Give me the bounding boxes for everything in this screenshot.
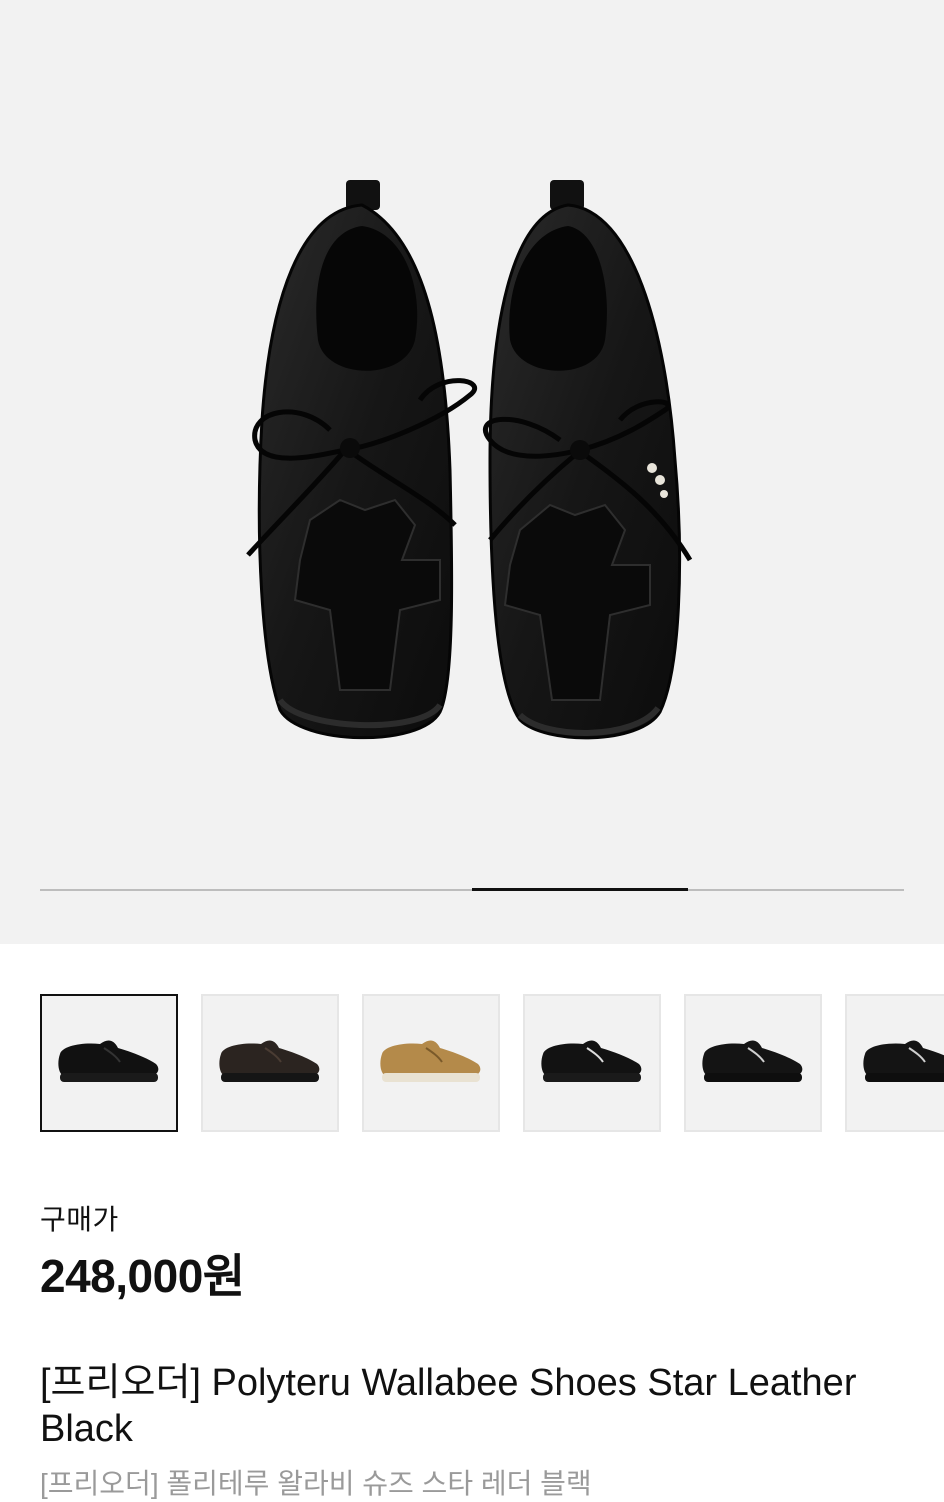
thumbnail-shoe-image <box>219 1040 320 1082</box>
thumbnail-4[interactable] <box>523 994 661 1132</box>
thumbnail-shoe-image <box>541 1040 642 1082</box>
thumbnail-2[interactable] <box>201 994 339 1132</box>
thumbnail-shoe-image <box>863 1040 944 1082</box>
thumbnail-1[interactable] <box>40 994 178 1132</box>
gallery-progress-bar <box>40 888 904 891</box>
thumbnail-5[interactable] <box>684 994 822 1132</box>
right-shoe <box>483 180 693 740</box>
thumbnail-6[interactable] <box>845 994 944 1132</box>
thumbnail-shoe-image <box>702 1040 803 1082</box>
product-photo <box>246 180 693 740</box>
gallery-progress-indicator <box>472 888 688 891</box>
price-value: 248,000원 <box>40 1250 245 1302</box>
thumbnail-shoe-image <box>58 1040 159 1082</box>
thumbnail-shoe-image <box>380 1040 481 1082</box>
thumbnail-strip[interactable] <box>40 994 944 1136</box>
left-shoe <box>246 180 478 740</box>
thumbnail-3[interactable] <box>362 994 500 1132</box>
product-subtitle: [프리오더] 폴리테루 왈라비 슈즈 스타 레더 블랙 <box>40 1468 592 1499</box>
product-title: [프리오더] Polyteru Wallabee Shoes Star Leat… <box>40 1362 857 1450</box>
product-image-gallery[interactable] <box>0 0 944 944</box>
price-label: 구매가 <box>40 1204 119 1235</box>
